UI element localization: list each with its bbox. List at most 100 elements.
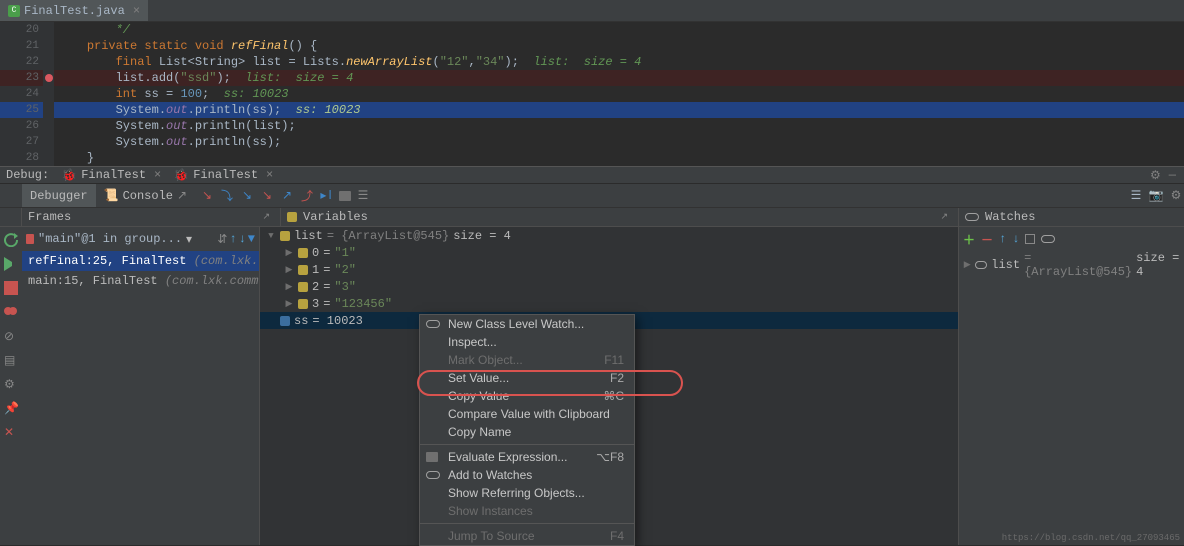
line-number[interactable]: 28 [0, 150, 43, 166]
frames-header: Frames ↗ [22, 208, 281, 226]
expand-icon[interactable]: ▶ [963, 260, 971, 270]
watches-title: Watches [985, 210, 1035, 224]
frames-list: refFinal:25, FinalTest (com.lxk.commonTe… [22, 251, 259, 545]
view-breakpoints-icon[interactable] [4, 305, 18, 319]
mute-breakpoints-icon[interactable]: ⊘ [4, 329, 18, 343]
watches-icon [426, 471, 440, 479]
step-over-icon[interactable]: ⤵ [219, 188, 235, 204]
code-line[interactable]: private static void refFinal() { [54, 38, 1184, 54]
context-menu-item[interactable]: Add to Watches [420, 466, 634, 484]
layout-icon[interactable]: ▤ [4, 353, 18, 367]
watch-item[interactable]: ▶ list = {ArrayList@545} size = 4 [959, 251, 1184, 279]
pin-icon[interactable]: 📌 [4, 401, 18, 415]
context-menu-item[interactable]: Inspect... [420, 333, 634, 351]
line-number[interactable]: 20 [0, 22, 43, 38]
rerun-icon[interactable] [4, 233, 18, 247]
watch-name: list [991, 258, 1020, 272]
debug-run-tab-1[interactable]: 🐞 FinalTest × [55, 167, 167, 183]
debug-step-toolbar: ↘ ⤵ ↘ ↘ ↗ ⤴ ▸ǀ ☰ [195, 188, 371, 204]
breakpoint-icon[interactable] [45, 74, 53, 82]
line-number[interactable]: 21 [0, 38, 43, 54]
watermark-text: https://blog.csdn.net/qq_27093465 [1002, 533, 1180, 543]
show-exec-point-icon[interactable]: ↘ [199, 188, 215, 204]
step-out-icon[interactable]: ↗ [279, 188, 295, 204]
filter-icon[interactable]: ▼ [248, 232, 255, 246]
var-list-item[interactable]: ▶ 2 = "3" [260, 278, 958, 295]
editor-tab-filename: FinalTest.java [24, 4, 125, 18]
context-menu-item[interactable]: Copy Value⌘C [420, 387, 634, 405]
restore-icon[interactable]: ↗ [262, 212, 270, 222]
trace-icon[interactable]: ☰ [355, 188, 371, 204]
watches-toolbar: ＋ － ↑ ↓ [959, 227, 1184, 251]
restore-icon[interactable]: ↗ [940, 212, 948, 222]
thread-dump-icon[interactable]: ☰ [1128, 188, 1144, 204]
close-icon[interactable]: × [150, 168, 161, 182]
move-down-icon[interactable]: ↓ [1012, 232, 1019, 246]
editor-pane: 202122232425262728 */ private static voi… [0, 22, 1184, 166]
close-icon[interactable]: × [129, 4, 140, 18]
tab-console[interactable]: 📜 Console ↗ [96, 184, 195, 207]
resume-icon[interactable] [4, 257, 18, 271]
code-line[interactable]: System.out.println(list); [54, 118, 1184, 134]
show-watches-icon[interactable] [1041, 235, 1055, 243]
tab-debugger[interactable]: Debugger [22, 184, 96, 207]
var-list-item[interactable]: ▶ 0 = "1" [260, 244, 958, 261]
line-number[interactable]: 23 [0, 70, 43, 86]
force-step-into-icon[interactable]: ↘ [259, 188, 275, 204]
line-number[interactable]: 25 [0, 102, 43, 118]
debug-toolwindow-header: Debug: 🐞 FinalTest × 🐞 FinalTest × ⚙ — [0, 166, 1184, 184]
code-line[interactable]: System.out.println(ss); [54, 134, 1184, 150]
evaluate-expression-icon[interactable] [339, 191, 351, 201]
code-line[interactable]: } [54, 150, 1184, 166]
line-number[interactable]: 26 [0, 118, 43, 134]
console-icon: 📜 [104, 188, 119, 203]
var-list-item[interactable]: ▶ 1 = "2" [260, 261, 958, 278]
thread-selector-row: "main"@1 in group... ▾ ⇵ ↑ ↓ ▼ [22, 227, 259, 251]
close-icon[interactable]: × [262, 168, 273, 182]
code-line[interactable]: System.out.println(ss); ss: 10023 [54, 102, 1184, 118]
stop-icon[interactable] [4, 281, 18, 295]
move-up-icon[interactable]: ↑ [999, 232, 1006, 246]
add-watch-icon[interactable]: ＋ [963, 231, 975, 248]
frames-panel: "main"@1 in group... ▾ ⇵ ↑ ↓ ▼ refFinal:… [22, 227, 259, 545]
stack-frame[interactable]: main:15, FinalTest (com.lxk.commonTest) [22, 271, 259, 291]
run-to-cursor-icon[interactable]: ▸ǀ [319, 188, 335, 204]
editor-tab-file[interactable]: C FinalTest.java × [0, 0, 148, 21]
stack-frame[interactable]: refFinal:25, FinalTest (com.lxk.commonTe [22, 251, 259, 271]
sort-icon[interactable]: ⇵ [217, 232, 227, 247]
remove-watch-icon[interactable]: － [981, 231, 993, 248]
variable-context-menu: New Class Level Watch...Inspect...Mark O… [419, 314, 635, 546]
code-line[interactable]: */ [54, 22, 1184, 38]
line-number[interactable]: 24 [0, 86, 43, 102]
minimize-icon[interactable]: — [1161, 168, 1184, 182]
frames-title: Frames [28, 210, 71, 224]
context-menu-item[interactable]: Show Referring Objects... [420, 484, 634, 502]
settings-icon[interactable]: ⚙ [1168, 188, 1184, 204]
code-line[interactable]: list.add("ssd"); list: size = 4 [54, 70, 1184, 86]
drop-frame-icon[interactable]: ⤴ [299, 188, 315, 204]
prev-frame-icon[interactable]: ↑ [229, 232, 236, 246]
memory-icon[interactable]: 📷 [1148, 188, 1164, 204]
var-list[interactable]: ▼ list = {ArrayList@545} size = 4 [260, 227, 958, 244]
step-into-icon[interactable]: ↘ [239, 188, 255, 204]
line-number[interactable]: 27 [0, 134, 43, 150]
context-menu-item[interactable]: New Class Level Watch... [420, 315, 634, 333]
context-menu-item[interactable]: Copy Name [420, 423, 634, 441]
watch-extra: size = 4 [1136, 251, 1184, 279]
debug-run-tab-2[interactable]: 🐞 FinalTest × [167, 167, 279, 183]
thread-selector[interactable]: "main"@1 in group... ▾ [26, 232, 215, 247]
duplicate-icon[interactable] [1025, 234, 1035, 244]
close-icon[interactable]: ✕ [4, 425, 18, 439]
line-number[interactable]: 22 [0, 54, 43, 70]
context-menu-item[interactable]: Compare Value with Clipboard [420, 405, 634, 423]
variables-header: Variables ↗ [281, 208, 959, 226]
watches-icon [426, 320, 440, 328]
code-line[interactable]: int ss = 100; ss: 10023 [54, 86, 1184, 102]
context-menu-item[interactable]: Evaluate Expression...⌥F8 [420, 448, 634, 466]
settings-icon[interactable]: ⚙ [4, 377, 18, 391]
next-frame-icon[interactable]: ↓ [239, 232, 246, 246]
code-line[interactable]: final List<String> list = Lists.newArray… [54, 54, 1184, 70]
gear-icon[interactable]: ⚙ [1150, 168, 1161, 183]
context-menu-item[interactable]: Set Value...F2 [420, 369, 634, 387]
var-list-item[interactable]: ▶ 3 = "123456" [260, 295, 958, 312]
